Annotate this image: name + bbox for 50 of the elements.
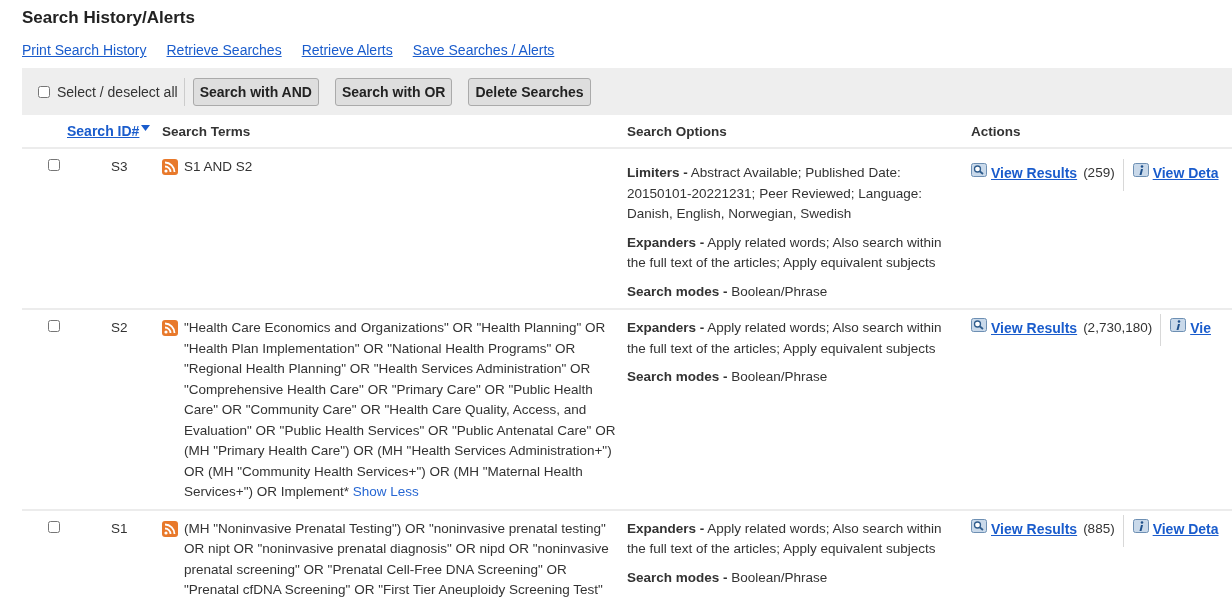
view-results-link[interactable]: View Results bbox=[991, 318, 1078, 339]
select-all-checkbox[interactable] bbox=[38, 85, 50, 98]
show-less-link[interactable]: Show Less bbox=[352, 484, 419, 499]
result-count: (259) bbox=[1083, 159, 1124, 191]
magnifier-icon bbox=[971, 163, 987, 177]
search-terms: S1 AND S2 bbox=[184, 158, 253, 176]
search-option: Expanders - Apply related words; Also search within the full text of the articles; Apply equivalent subjects bbox=[627, 318, 963, 359]
toolbar-button[interactable]: Delete Searches bbox=[468, 77, 591, 106]
search-id: S2 bbox=[110, 319, 128, 337]
page-title: Search History/Alerts bbox=[22, 8, 196, 28]
search-option: Limiters - Abstract Available; Published Date: 20150101-20221231; Peer Reviewed; Language: Danish, English, Norwegian, Swedish bbox=[627, 163, 963, 225]
info-icon bbox=[1132, 518, 1149, 533]
sort-link[interactable]: Search ID# bbox=[67, 123, 140, 139]
view-results-link[interactable]: View Results bbox=[991, 163, 1078, 184]
toolbar-button[interactable]: Search with AND bbox=[192, 77, 319, 106]
view-details-link[interactable]: Vie bbox=[1190, 318, 1211, 339]
search-id: S1 bbox=[110, 519, 128, 538]
search-option: Expanders - Apply related words; Also search within the full text of the articles; Apply equivalent subjects bbox=[627, 232, 963, 274]
column-header: Search Options bbox=[619, 115, 963, 148]
row-checkbox[interactable] bbox=[48, 320, 60, 332]
rss-icon bbox=[162, 320, 178, 336]
search-terms: (MH "Noninvasive Prenatal Testing") OR "noninvasive prenatal testing" OR nipt OR "noninvasive prenatal diagnosis" OR nipd OR "noninvasive prenatal screening" OR "Prenatal Cell-Free DNA Screening" OR "Prenatal cfDNA Screening" OR "First Tier Aneuploidy Screening Test" bbox=[184, 519, 610, 599]
search-option: Search modes - Boolean/Phrase bbox=[627, 281, 963, 302]
magnifier-icon bbox=[971, 318, 987, 332]
nav-link[interactable]: Retrieve Searches bbox=[166, 42, 282, 58]
column-header: Search Terms bbox=[159, 115, 619, 148]
toolbar-button[interactable]: Search with OR bbox=[334, 77, 453, 106]
row-checkbox[interactable] bbox=[48, 520, 60, 533]
sort-caret-icon bbox=[141, 125, 151, 131]
magnifier-icon bbox=[971, 518, 987, 533]
search-terms: "Health Care Economics and Organizations" OR "Health Planning" OR "Health Plan Implementation" OR "National Health Programs" OR "Regional Health Planning" OR "Health Services Administration" OR "Comprehensive Health Care" OR "Primary Care" OR "Public Health Care" OR "Community Care" OR "Health Care Quality, Access, and Evaluation" OR "Public Health Services" OR "Public Antenatal Care" OR (MH "Primary Health Care") OR (MH "Health Services Administration+") OR (MH "Community Health Services+") OR (MH "Maternal Health Services+") OR Implement* Show Less bbox=[184, 319, 617, 501]
result-count: (885) bbox=[1083, 514, 1124, 547]
info-icon bbox=[1170, 318, 1187, 332]
nav-link[interactable]: Save Searches / Alerts bbox=[412, 42, 555, 58]
result-count: (2,730,180) bbox=[1083, 314, 1162, 346]
column-header: Actions bbox=[963, 115, 1232, 148]
info-icon bbox=[1132, 163, 1149, 177]
search-option: Search modes - Boolean/Phrase bbox=[627, 367, 963, 388]
nav-link[interactable]: Print Search History bbox=[22, 42, 147, 58]
view-results-link[interactable]: View Results bbox=[991, 518, 1078, 539]
select-all-label: Select / deselect all bbox=[57, 83, 178, 100]
search-option: Expanders - Apply related words; Also search within the full text of the articles; Apply equivalent subjects bbox=[627, 518, 963, 560]
search-option: Search modes - Boolean/Phrase bbox=[627, 567, 963, 588]
search-id: S3 bbox=[110, 158, 128, 176]
row-checkbox[interactable] bbox=[48, 159, 60, 171]
nav-link[interactable]: Retrieve Alerts bbox=[301, 42, 393, 58]
rss-icon bbox=[162, 520, 178, 537]
rss-icon bbox=[162, 159, 178, 175]
view-details-link[interactable]: View Deta bbox=[1152, 163, 1219, 184]
view-details-link[interactable]: View Deta bbox=[1152, 518, 1219, 539]
